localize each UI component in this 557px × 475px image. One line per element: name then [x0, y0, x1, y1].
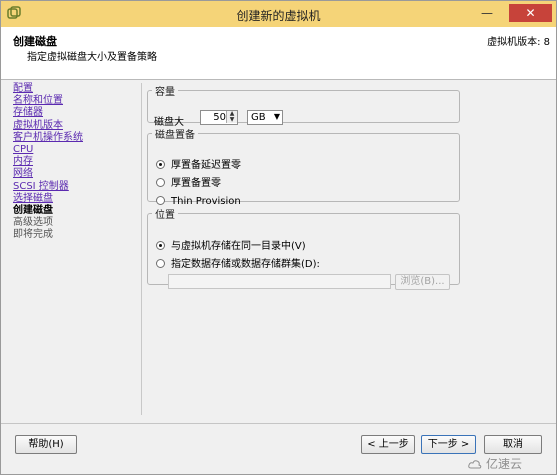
radio-thick-eager-zeroed[interactable]: 厚置备置零: [156, 177, 221, 190]
disk-unit-select[interactable]: GB ▼: [247, 110, 283, 125]
window-title: 创建新的虚拟机: [236, 9, 321, 23]
create-vm-wizard-window: 创建新的虚拟机 — ✕ 创建磁盘 指定虚拟磁盘大小及置备策略 虚拟机版本: 8 …: [0, 0, 557, 475]
chevron-down-icon[interactable]: ▼: [274, 112, 280, 121]
footer-divider: [1, 423, 556, 424]
nav-step-config[interactable]: 配置: [13, 83, 131, 95]
nav-step-name-location[interactable]: 名称和位置: [13, 95, 131, 107]
disk-size-value[interactable]: 50: [213, 112, 226, 123]
next-button[interactable]: 下一步 >: [421, 435, 476, 454]
location-group: 位置 与虚拟机存储在同一目录中(V) 指定数据存储或数据存储群集(D): 浏览(…: [147, 206, 460, 290]
radio-label: 与虚拟机存储在同一目录中(V): [171, 241, 306, 252]
provisioning-group: 磁盘置备 厚置备延迟置零 厚置备置零 Thin Provision: [147, 126, 460, 207]
disk-size-stepper[interactable]: 50 ▲ ▼: [200, 110, 238, 125]
radio-button-selected[interactable]: [156, 159, 165, 169]
nav-step-select-disk[interactable]: 选择磁盘: [13, 193, 131, 205]
browse-button: 浏览(B)...: [395, 274, 450, 290]
provisioning-legend: 磁盘置备: [155, 130, 195, 141]
radio-thick-lazy-zeroed[interactable]: 厚置备延迟置零: [156, 159, 241, 172]
radio-button-selected[interactable]: [156, 240, 165, 250]
nav-step-scsi-controller[interactable]: SCSI 控制器: [13, 181, 131, 193]
nav-step-ready-to-complete: 即将完成: [13, 229, 53, 241]
radio-specify-datastore[interactable]: 指定数据存储或数据存储群集(D):: [156, 258, 320, 271]
radio-label: 指定数据存储或数据存储群集(D):: [171, 259, 320, 270]
vm-version-label: 虚拟机版本: 8: [487, 37, 550, 48]
wizard-steps-nav: 配置 名称和位置 存储器 虚拟机版本 客户机操作系统 CPU 内存 网络 SCS…: [13, 83, 131, 241]
watermark-text: 亿速云: [486, 457, 523, 471]
nav-divider: [141, 83, 142, 415]
back-button[interactable]: < 上一步: [361, 435, 415, 454]
nav-step-storage[interactable]: 存储器: [13, 107, 131, 119]
location-legend: 位置: [155, 210, 175, 221]
watermark: 亿速云: [468, 455, 522, 472]
radio-button[interactable]: [156, 258, 165, 268]
help-button[interactable]: 帮助(H): [15, 435, 77, 454]
datastore-path-field: [168, 274, 391, 289]
nav-step-advanced-options: 高级选项: [13, 217, 53, 229]
page-subtitle: 指定虚拟磁盘大小及置备策略: [27, 52, 157, 63]
capacity-legend: 容量: [155, 87, 175, 98]
wizard-header: 创建磁盘 指定虚拟磁盘大小及置备策略 虚拟机版本: 8: [1, 27, 556, 80]
capacity-group: 容量 磁盘大 50 ▲ ▼ GB ▼: [147, 83, 460, 128]
cloud-logo-icon: [468, 459, 482, 468]
stepper-down-icon[interactable]: ▼: [226, 117, 237, 123]
radio-button[interactable]: [156, 195, 165, 205]
title-bar[interactable]: 创建新的虚拟机 — ✕: [1, 1, 556, 28]
nav-step-memory[interactable]: 内存: [13, 156, 131, 168]
nav-step-vm-version[interactable]: 虚拟机版本: [13, 120, 131, 132]
radio-label: 厚置备置零: [171, 178, 221, 189]
nav-step-cpu[interactable]: CPU: [13, 144, 131, 156]
nav-step-network[interactable]: 网络: [13, 168, 131, 180]
radio-button[interactable]: [156, 177, 165, 187]
close-button[interactable]: ✕: [509, 4, 552, 22]
radio-store-with-vm[interactable]: 与虚拟机存储在同一目录中(V): [156, 240, 306, 253]
cancel-button[interactable]: 取消: [484, 435, 542, 454]
nav-step-guest-os[interactable]: 客户机操作系统: [13, 132, 131, 144]
page-title: 创建磁盘: [13, 35, 57, 48]
minimize-button[interactable]: —: [475, 4, 499, 22]
disk-unit-value: GB: [251, 112, 266, 123]
radio-label: 厚置备延迟置零: [171, 160, 241, 171]
nav-step-create-disk: 创建磁盘: [13, 204, 53, 216]
